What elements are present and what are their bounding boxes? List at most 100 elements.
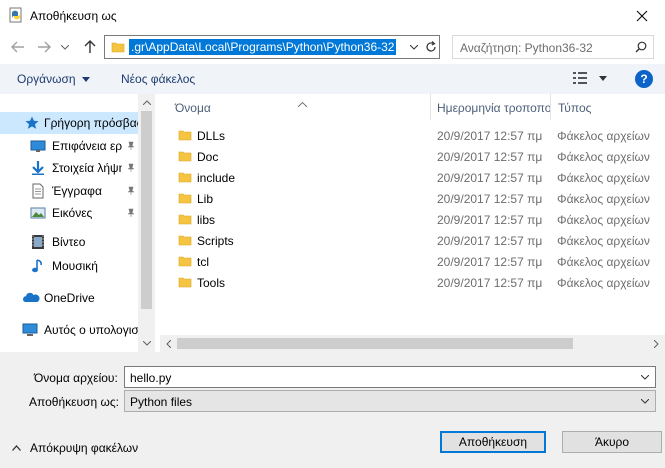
chevron-down-icon bbox=[641, 398, 649, 404]
file-name: include bbox=[197, 171, 236, 185]
nav-item-music[interactable]: Μουσική bbox=[0, 255, 138, 277]
nav-item-label: Αυτός ο υπολογιστής bbox=[44, 323, 138, 337]
close-button[interactable] bbox=[619, 0, 665, 32]
file-name: tcl bbox=[197, 255, 209, 269]
forward-button[interactable] bbox=[34, 37, 54, 57]
table-row[interactable]: Lib 20/9/2017 12:57 πμ Φάκελος αρχείων bbox=[160, 188, 665, 209]
file-type: Φάκελος αρχείων bbox=[557, 150, 650, 164]
nav-item-documents[interactable]: Έγγραφα bbox=[0, 180, 138, 202]
scroll-up-button[interactable] bbox=[138, 94, 155, 111]
refresh-button[interactable] bbox=[423, 38, 439, 56]
nav-item-label: Μουσική bbox=[52, 259, 98, 273]
folder-icon bbox=[178, 254, 192, 271]
pin-icon[interactable] bbox=[126, 185, 136, 199]
file-date: 20/9/2017 12:57 πμ bbox=[437, 150, 543, 164]
file-type: Φάκελος αρχείων bbox=[557, 192, 650, 206]
column-label: Όνομα bbox=[175, 101, 211, 115]
save-options-panel: Όνομα αρχείου: hello.py Αποθήκευση ως: P… bbox=[0, 352, 665, 468]
music-icon bbox=[30, 258, 46, 274]
view-options-button[interactable] bbox=[572, 71, 607, 85]
folder-icon bbox=[178, 191, 192, 208]
navigation-pane-scrollbar[interactable] bbox=[138, 94, 155, 352]
file-date: 20/9/2017 12:57 πμ bbox=[437, 192, 543, 206]
filename-input[interactable]: hello.py bbox=[130, 371, 171, 385]
search-icon[interactable] bbox=[635, 41, 647, 56]
pictures-icon bbox=[30, 205, 46, 221]
save-as-type-value: Python files bbox=[130, 395, 193, 409]
table-row[interactable]: include 20/9/2017 12:57 πμ Φάκελος αρχεί… bbox=[160, 167, 665, 188]
address-bar[interactable]: .gr\AppData\Local\Programs\Python\Python… bbox=[104, 35, 440, 59]
folder-icon bbox=[178, 149, 192, 166]
folder-icon bbox=[178, 233, 192, 250]
arrow-right-icon bbox=[38, 41, 51, 53]
column-header-type[interactable]: Τύπος bbox=[550, 94, 665, 120]
new-folder-button[interactable]: Νέος φάκελος bbox=[121, 72, 195, 86]
nav-item-label: Γρήγορη πρόσβαση bbox=[44, 116, 138, 130]
cancel-button[interactable]: Άκυρο bbox=[562, 431, 662, 453]
help-button[interactable]: ? bbox=[635, 70, 653, 88]
save-as-type-select[interactable]: Python files bbox=[124, 390, 656, 412]
file-type: Φάκελος αρχείων bbox=[557, 129, 650, 143]
file-name: Doc bbox=[197, 150, 219, 164]
search-box[interactable]: Αναζήτηση: Python36-32 bbox=[452, 35, 654, 59]
organize-button[interactable]: Οργάνωση bbox=[17, 72, 90, 86]
scroll-left-button[interactable] bbox=[160, 335, 177, 352]
file-type: Φάκελος αρχείων bbox=[557, 276, 650, 290]
close-icon bbox=[636, 10, 648, 22]
up-button[interactable] bbox=[80, 37, 100, 57]
download-icon bbox=[30, 160, 46, 176]
file-name: libs bbox=[197, 213, 216, 227]
table-row[interactable]: Scripts 20/9/2017 12:57 πμ Φάκελος αρχεί… bbox=[160, 230, 665, 251]
pin-icon[interactable] bbox=[126, 140, 136, 154]
table-row[interactable]: Tools 20/9/2017 12:57 πμ Φάκελος αρχείων bbox=[160, 272, 665, 293]
address-path[interactable]: .gr\AppData\Local\Programs\Python\Python… bbox=[129, 39, 397, 55]
caret-down-icon bbox=[81, 77, 90, 83]
chevron-down-icon bbox=[61, 44, 69, 50]
nav-item-this-pc[interactable]: Αυτός ο υπολογιστής bbox=[0, 319, 138, 341]
star-icon bbox=[24, 115, 40, 131]
filename-dropdown-button[interactable] bbox=[637, 369, 653, 385]
file-list-horizontal-scrollbar[interactable] bbox=[160, 335, 665, 352]
python-app-icon bbox=[8, 7, 24, 23]
filename-field[interactable]: hello.py bbox=[124, 366, 656, 388]
table-row[interactable]: tcl 20/9/2017 12:57 πμ Φάκελος αρχείων bbox=[160, 251, 665, 272]
save-as-type-label: Αποθήκευση ως: bbox=[29, 395, 119, 409]
column-header-date[interactable]: Ημερομηνία τροποποίησης bbox=[430, 94, 550, 120]
desktop-icon bbox=[30, 138, 46, 154]
file-type: Φάκελος αρχείων bbox=[557, 171, 650, 185]
nav-item-label: Εικόνες bbox=[52, 206, 93, 220]
scroll-down-button[interactable] bbox=[138, 335, 155, 352]
search-input[interactable]: Αναζήτηση: Python36-32 bbox=[460, 41, 593, 55]
nav-item-pictures[interactable]: Εικόνες bbox=[0, 202, 138, 224]
address-dropdown-button[interactable] bbox=[407, 38, 421, 56]
nav-item-downloads[interactable]: Στοιχεία λήψης bbox=[0, 157, 138, 179]
folder-icon bbox=[178, 128, 192, 145]
table-row[interactable]: DLLs 20/9/2017 12:57 πμ Φάκελος αρχείων bbox=[160, 125, 665, 146]
pin-icon[interactable] bbox=[126, 162, 136, 176]
caret-down-icon bbox=[599, 75, 607, 81]
sort-ascending-icon bbox=[297, 96, 308, 110]
save-button[interactable]: Αποθήκευση bbox=[440, 431, 546, 453]
table-row[interactable]: Doc 20/9/2017 12:57 πμ Φάκελος αρχείων bbox=[160, 146, 665, 167]
column-header-name[interactable]: Όνομα bbox=[160, 94, 430, 120]
back-button[interactable] bbox=[8, 37, 28, 57]
hide-folders-button[interactable]: Απόκρυψη φακέλων bbox=[12, 441, 138, 455]
scroll-thumb[interactable] bbox=[177, 338, 573, 349]
file-date: 20/9/2017 12:57 πμ bbox=[437, 276, 543, 290]
file-date: 20/9/2017 12:57 πμ bbox=[437, 255, 543, 269]
scroll-right-button[interactable] bbox=[648, 335, 665, 352]
scroll-thumb[interactable] bbox=[141, 111, 152, 309]
nav-item-quick-access[interactable]: Γρήγορη πρόσβαση bbox=[0, 112, 138, 134]
table-row[interactable]: libs 20/9/2017 12:57 πμ Φάκελος αρχείων bbox=[160, 209, 665, 230]
nav-item-desktop[interactable]: Επιφάνεια εργασίας bbox=[0, 135, 138, 157]
chevron-down-icon bbox=[410, 44, 418, 50]
nav-item-videos[interactable]: Βίντεο bbox=[0, 231, 138, 253]
nav-item-onedrive[interactable]: OneDrive bbox=[0, 287, 138, 309]
save-as-type-dropdown-button[interactable] bbox=[637, 393, 653, 409]
file-date: 20/9/2017 12:57 πμ bbox=[437, 213, 543, 227]
file-name: Lib bbox=[197, 192, 214, 206]
recent-locations-button[interactable] bbox=[58, 37, 72, 57]
title-bar: Αποθήκευση ως bbox=[0, 0, 665, 32]
onedrive-icon bbox=[22, 290, 40, 306]
pin-icon[interactable] bbox=[126, 207, 136, 221]
